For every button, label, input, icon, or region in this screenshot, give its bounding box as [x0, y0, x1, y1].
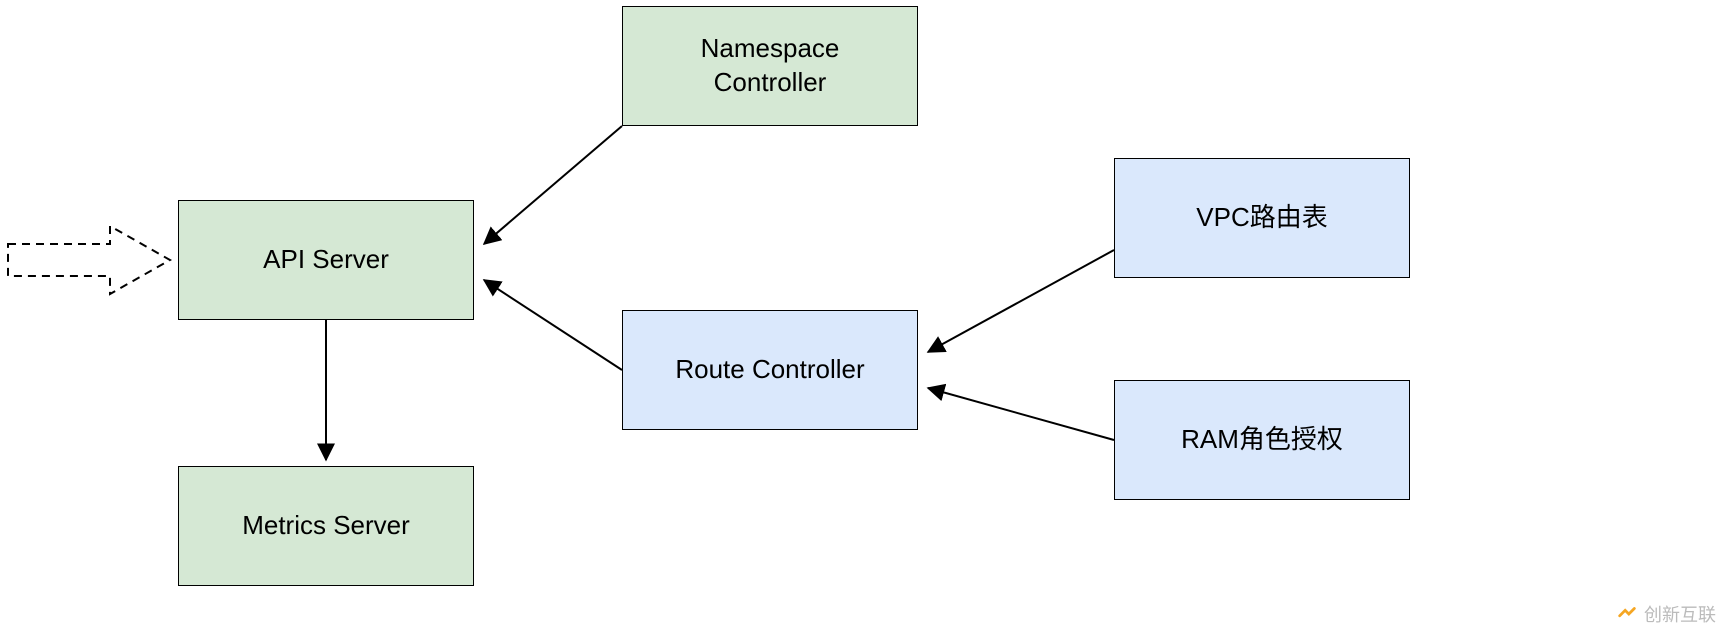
vpc-route-table-node: VPC路由表 — [1114, 158, 1410, 278]
api-server-node: API Server — [178, 200, 474, 320]
api-server-label: API Server — [263, 243, 389, 277]
metrics-server-node: Metrics Server — [178, 466, 474, 586]
watermark-text: 创新互联 — [1644, 601, 1716, 627]
ram-role-auth-label: RAM角色授权 — [1181, 423, 1343, 457]
route-controller-node: Route Controller — [622, 310, 918, 430]
metrics-server-label: Metrics Server — [242, 509, 410, 543]
route-controller-label: Route Controller — [675, 353, 864, 387]
input-arrow-icon — [8, 226, 170, 294]
vpc-route-table-label: VPC路由表 — [1196, 201, 1327, 235]
edge-namespace-to-api — [484, 126, 622, 244]
namespace-controller-node: NamespaceController — [622, 6, 918, 126]
watermark-logo-icon — [1616, 603, 1638, 625]
watermark: 创新互联 — [1616, 601, 1716, 627]
edge-vpc-to-route — [928, 250, 1114, 352]
ram-role-auth-node: RAM角色授权 — [1114, 380, 1410, 500]
namespace-controller-label: NamespaceController — [701, 32, 840, 100]
edge-route-to-api — [484, 280, 622, 370]
edge-ram-to-route — [928, 388, 1114, 440]
